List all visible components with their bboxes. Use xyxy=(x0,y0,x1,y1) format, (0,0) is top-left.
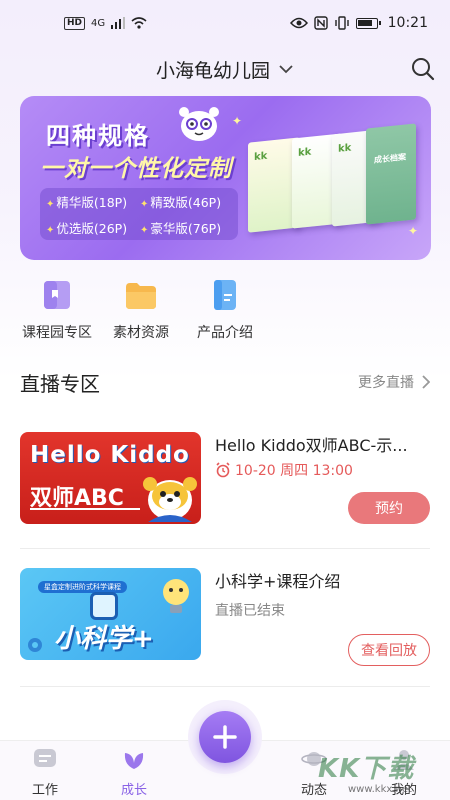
reserve-button[interactable]: 预约 xyxy=(348,492,430,524)
live-time: 10-20 周四 13:00 xyxy=(215,460,353,480)
edition-item: 豪华版(76P) xyxy=(140,218,232,242)
quick-link-resources[interactable]: 素材资源 xyxy=(99,278,183,342)
leaf-icon xyxy=(124,753,144,769)
edition-list: 精华版(18P) 精致版(46P) 优选版(26P) 豪华版(76P) xyxy=(40,188,238,240)
mascot-icon xyxy=(143,477,197,522)
wifi-icon xyxy=(131,17,147,29)
watermark-url: www.kkx.net xyxy=(348,784,412,795)
mascot-icon xyxy=(179,107,219,141)
header: 小海龟幼儿园 xyxy=(0,52,450,86)
tab-label: 工作 xyxy=(31,783,58,798)
tab-work[interactable]: 工作 xyxy=(15,747,75,798)
eye-icon xyxy=(289,17,308,29)
live-item[interactable]: 星盒定制进阶式科学课程 小科学+ 小科学+课程介绍 直播已结束 查看回放 xyxy=(20,568,430,668)
folder-icon xyxy=(126,283,156,309)
sparkle-icon: ✦ xyxy=(408,224,419,238)
document-icon xyxy=(214,280,236,310)
school-selector[interactable]: 小海龟幼儿园 xyxy=(156,56,294,83)
tab-growth[interactable]: 成长 xyxy=(104,747,164,798)
quick-link-course-zone[interactable]: 课程园专区 xyxy=(15,278,99,342)
quick-link-label: 产品介绍 xyxy=(197,325,253,341)
vibrate-icon xyxy=(334,16,349,30)
science-logo xyxy=(90,592,118,620)
add-button[interactable] xyxy=(199,711,251,763)
book-cover-image: 成长档案 xyxy=(366,123,416,225)
gear-icon xyxy=(28,638,42,652)
sparkle-icon: ✦ xyxy=(232,114,243,128)
tab-label: 成长 xyxy=(120,783,147,798)
status-left: HD 4G xyxy=(64,16,147,30)
live-item[interactable]: Hello Kiddo 双师ABC Hello Kiddo双师ABC-示... … xyxy=(20,432,430,532)
edition-item: 精致版(46P) xyxy=(140,192,232,216)
quick-link-label: 素材资源 xyxy=(113,325,169,341)
live-thumbnail: 星盒定制进阶式科学课程 小科学+ xyxy=(20,568,201,660)
quick-link-label: 课程园专区 xyxy=(22,325,92,341)
live-title: 小科学+课程介绍 xyxy=(215,572,341,591)
more-live-label: 更多直播 xyxy=(358,375,414,391)
thumbnail-title: Hello Kiddo xyxy=(30,442,190,468)
nfc-icon xyxy=(313,16,328,30)
live-time-text: 10-20 周四 13:00 xyxy=(235,463,353,479)
banner-title-line1: 四种规格 xyxy=(46,122,150,150)
more-live-link[interactable]: 更多直播 xyxy=(358,372,430,392)
chat-icon xyxy=(34,749,56,767)
book-logo: kk xyxy=(338,142,352,155)
watermark-text: KK下载 xyxy=(318,754,415,784)
hd-indicator: HD xyxy=(64,16,86,30)
quick-link-product-intro[interactable]: 产品介绍 xyxy=(183,278,267,342)
chevron-down-icon xyxy=(279,65,293,74)
chevron-right-icon xyxy=(422,375,430,389)
watermark: KK下载 www.kkx.net xyxy=(318,748,442,798)
promo-banner[interactable]: 四种规格 一对一个性化定制 精华版(18P) 精致版(46P) 优选版(26P)… xyxy=(20,96,431,260)
divider xyxy=(20,686,430,687)
replay-button[interactable]: 查看回放 xyxy=(348,634,430,666)
fab-container xyxy=(188,700,262,774)
section-title: 直播专区 xyxy=(20,371,100,396)
thumbnail-title: 小科学+ xyxy=(54,624,154,654)
edition-item: 优选版(26P) xyxy=(46,218,138,242)
alarm-clock-icon xyxy=(216,462,230,478)
status-bar: HD 4G 10:21 xyxy=(0,0,450,46)
school-name: 小海龟幼儿园 xyxy=(155,59,270,82)
thumbnail-badge: 星盒定制进阶式科学课程 xyxy=(38,581,127,593)
book-logo: kk xyxy=(298,146,312,159)
book-icon xyxy=(44,281,70,309)
divider xyxy=(20,548,430,549)
live-section-header: 直播专区 更多直播 xyxy=(20,364,430,400)
status-right: 10:21 xyxy=(289,15,428,31)
signal-icon xyxy=(111,17,126,29)
book-label: 成长档案 xyxy=(374,152,406,165)
book-logo: kk xyxy=(254,150,268,164)
network-type: 4G xyxy=(91,17,106,29)
search-icon[interactable] xyxy=(410,56,436,82)
live-title: Hello Kiddo双师ABC-示... xyxy=(215,436,408,455)
quick-links: 课程园专区 素材资源 产品介绍 xyxy=(0,278,450,348)
status-time: 10:21 xyxy=(387,15,428,31)
battery-icon xyxy=(355,17,381,29)
thumbnail-underline xyxy=(30,508,140,510)
plus-icon xyxy=(213,725,237,749)
banner-title-line2: 一对一个性化定制 xyxy=(40,156,232,182)
live-thumbnail: Hello Kiddo 双师ABC xyxy=(20,432,201,524)
edition-item: 精华版(18P) xyxy=(46,192,138,216)
lightbulb-icon xyxy=(163,579,189,613)
live-status: 直播已结束 xyxy=(215,603,285,619)
